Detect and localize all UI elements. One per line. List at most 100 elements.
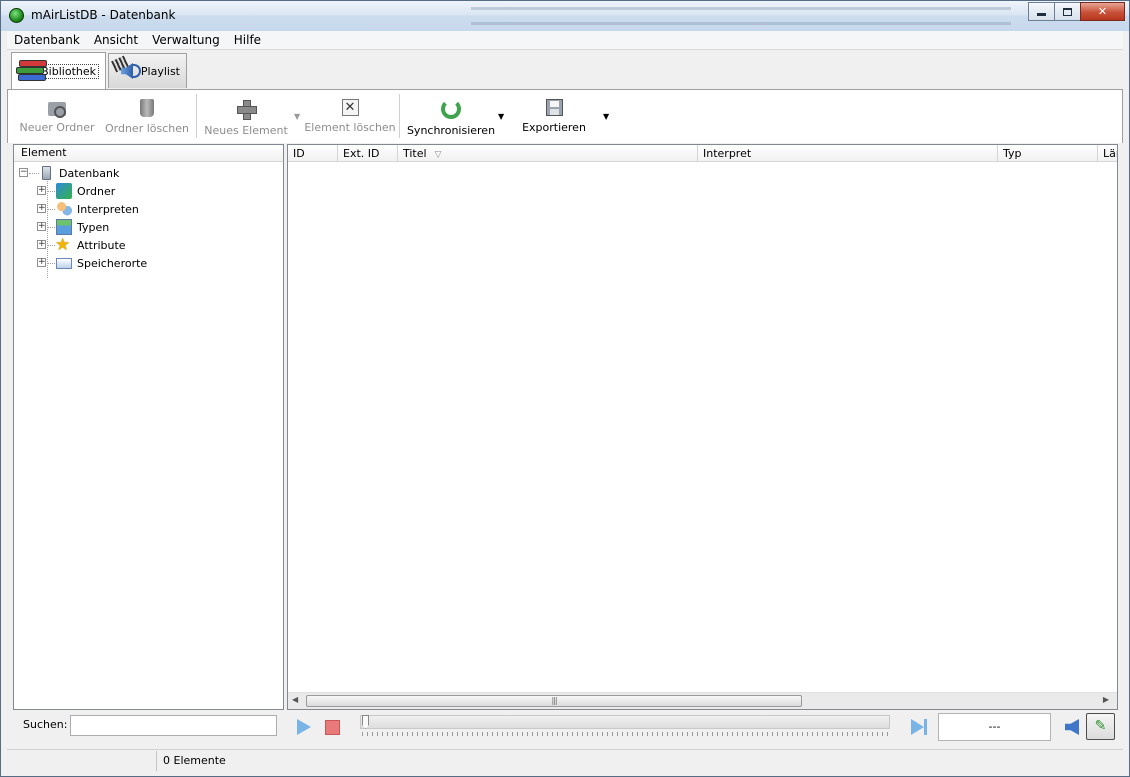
app-window: mAirListDB - Datenbank ✕ Datenbank Ansic…: [0, 0, 1130, 777]
minimize-icon: [1037, 13, 1046, 16]
position-slider[interactable]: [360, 715, 890, 729]
toolbar: Neuer Ordner Ordner löschen Neues Elemen…: [7, 89, 1123, 143]
new-folder-icon: [48, 102, 66, 118]
books-icon: [16, 58, 47, 84]
delete-x-icon: ✕: [341, 99, 359, 116]
menu-verwaltung[interactable]: Verwaltung: [145, 33, 227, 47]
collapse-icon[interactable]: −: [19, 168, 28, 177]
delete-element-button[interactable]: ✕ Element löschen: [304, 90, 396, 142]
export-label: Exportieren: [522, 121, 586, 134]
expand-icon[interactable]: +: [37, 204, 46, 213]
storage-icon: [56, 258, 72, 269]
tab-bibliothek[interactable]: Bibliothek: [11, 52, 106, 89]
tab-playlist[interactable]: Playlist: [108, 53, 187, 88]
new-element-label: Neues Element: [204, 124, 288, 137]
background-window-ghost: [471, 1, 1011, 31]
delete-element-label: Element löschen: [304, 121, 396, 134]
status-count: 0 Elemente: [163, 754, 226, 767]
title-bar[interactable]: mAirListDB - Datenbank ✕: [1, 1, 1129, 31]
types-icon: [56, 219, 72, 235]
status-bar: 0 Elemente: [7, 749, 1123, 771]
column-label: Titel: [403, 147, 427, 160]
volume-icon[interactable]: [1065, 719, 1079, 735]
tree-node-interpreten[interactable]: + Interpreten: [14, 200, 283, 218]
tree-label: Attribute: [77, 239, 126, 252]
tree-label: Datenbank: [59, 167, 120, 180]
tree-node-datenbank[interactable]: − Datenbank: [14, 164, 283, 182]
sync-dropdown-arrow-icon[interactable]: ▼: [498, 112, 504, 121]
scroll-left-icon[interactable]: ◀: [292, 695, 298, 704]
menu-hilfe[interactable]: Hilfe: [227, 33, 268, 47]
menu-bar: Datenbank Ansicht Verwaltung Hilfe: [7, 31, 1123, 50]
expand-icon[interactable]: +: [37, 186, 46, 195]
scrollbar-thumb[interactable]: |||: [306, 695, 802, 707]
tree-node-typen[interactable]: + Typen: [14, 218, 283, 236]
export-button[interactable]: Exportieren: [521, 90, 587, 142]
close-icon: ✕: [1097, 5, 1108, 18]
new-element-dropdown-arrow-icon[interactable]: ▼: [294, 112, 300, 121]
slider-ticks: [362, 732, 890, 736]
star-icon: ★: [55, 235, 71, 255]
minimize-button[interactable]: [1028, 2, 1055, 21]
pencil-icon: ✎: [1094, 718, 1107, 734]
expand-icon[interactable]: +: [37, 240, 46, 249]
new-folder-button[interactable]: Neuer Ordner: [19, 90, 95, 142]
column-interpret[interactable]: Interpret: [698, 145, 998, 162]
stop-icon[interactable]: [325, 720, 340, 735]
close-button[interactable]: ✕: [1080, 2, 1125, 21]
sync-label: Synchronisieren: [406, 124, 496, 137]
window-title: mAirListDB - Datenbank: [31, 8, 176, 22]
tab-label: Playlist: [140, 64, 180, 78]
save-disk-icon: [545, 99, 563, 116]
tree-view: − Datenbank + Ordner + Interpreten + Typ…: [14, 162, 283, 278]
status-segment: [7, 751, 157, 771]
folder-tree-icon: [56, 183, 72, 199]
speaker-icon: [111, 55, 141, 84]
plus-icon: [236, 99, 257, 120]
menu-ansicht[interactable]: Ansicht: [87, 33, 145, 47]
expand-icon[interactable]: +: [37, 258, 46, 267]
column-header-row: ID Ext. ID Titel ▽ Interpret Typ Län: [288, 145, 1117, 162]
play-icon[interactable]: [297, 719, 311, 735]
slider-knob[interactable]: [362, 715, 369, 729]
skip-next-icon[interactable]: [911, 719, 929, 735]
sync-button[interactable]: Synchronisieren: [406, 90, 496, 142]
player-bar: --- ✎: [287, 712, 1118, 742]
maximize-button[interactable]: [1054, 2, 1081, 21]
column-laenge[interactable]: Län: [1098, 145, 1117, 162]
scroll-right-icon[interactable]: ▶: [1103, 695, 1109, 704]
database-icon: [42, 166, 51, 180]
tree-label: Typen: [77, 221, 110, 234]
window-controls: ✕: [1028, 2, 1125, 21]
new-folder-label: Neuer Ordner: [19, 121, 95, 134]
tree-node-ordner[interactable]: + Ordner: [14, 182, 283, 200]
delete-folder-button[interactable]: Ordner löschen: [104, 90, 190, 142]
menu-datenbank[interactable]: Datenbank: [7, 33, 87, 47]
column-typ[interactable]: Typ: [998, 145, 1098, 162]
app-logo-icon: [9, 8, 24, 23]
export-dropdown-arrow-icon[interactable]: ▼: [603, 112, 609, 121]
tree-header[interactable]: Element: [14, 145, 283, 162]
column-id[interactable]: ID: [288, 145, 338, 162]
trash-icon: [140, 99, 154, 117]
tree-label: Ordner: [77, 185, 116, 198]
tree-label: Speicherorte: [77, 257, 148, 270]
tab-label: Bibliothek: [38, 63, 99, 79]
tab-strip: Bibliothek Playlist: [7, 50, 1123, 90]
time-display: ---: [938, 713, 1051, 741]
element-list: ID Ext. ID Titel ▽ Interpret Typ Län ◀ ||…: [287, 144, 1118, 710]
tree-node-speicherorte[interactable]: + Speicherorte: [14, 254, 283, 272]
column-ext-id[interactable]: Ext. ID: [338, 145, 398, 162]
column-titel[interactable]: Titel ▽: [398, 145, 698, 162]
horizontal-scrollbar[interactable]: ◀ ||| ▶: [288, 692, 1117, 709]
delete-folder-label: Ordner löschen: [104, 122, 189, 135]
search-input[interactable]: [70, 715, 277, 736]
expand-icon[interactable]: +: [37, 222, 46, 231]
tree-label: Interpreten: [77, 203, 139, 216]
tree-node-attribute[interactable]: + ★ Attribute: [14, 236, 283, 254]
people-icon: [56, 201, 72, 217]
sort-arrow-icon: ▽: [434, 150, 442, 160]
new-element-button[interactable]: Neues Element: [204, 90, 288, 142]
search-label: Suchen:: [23, 718, 68, 731]
edit-mode-button[interactable]: ✎: [1086, 713, 1115, 740]
